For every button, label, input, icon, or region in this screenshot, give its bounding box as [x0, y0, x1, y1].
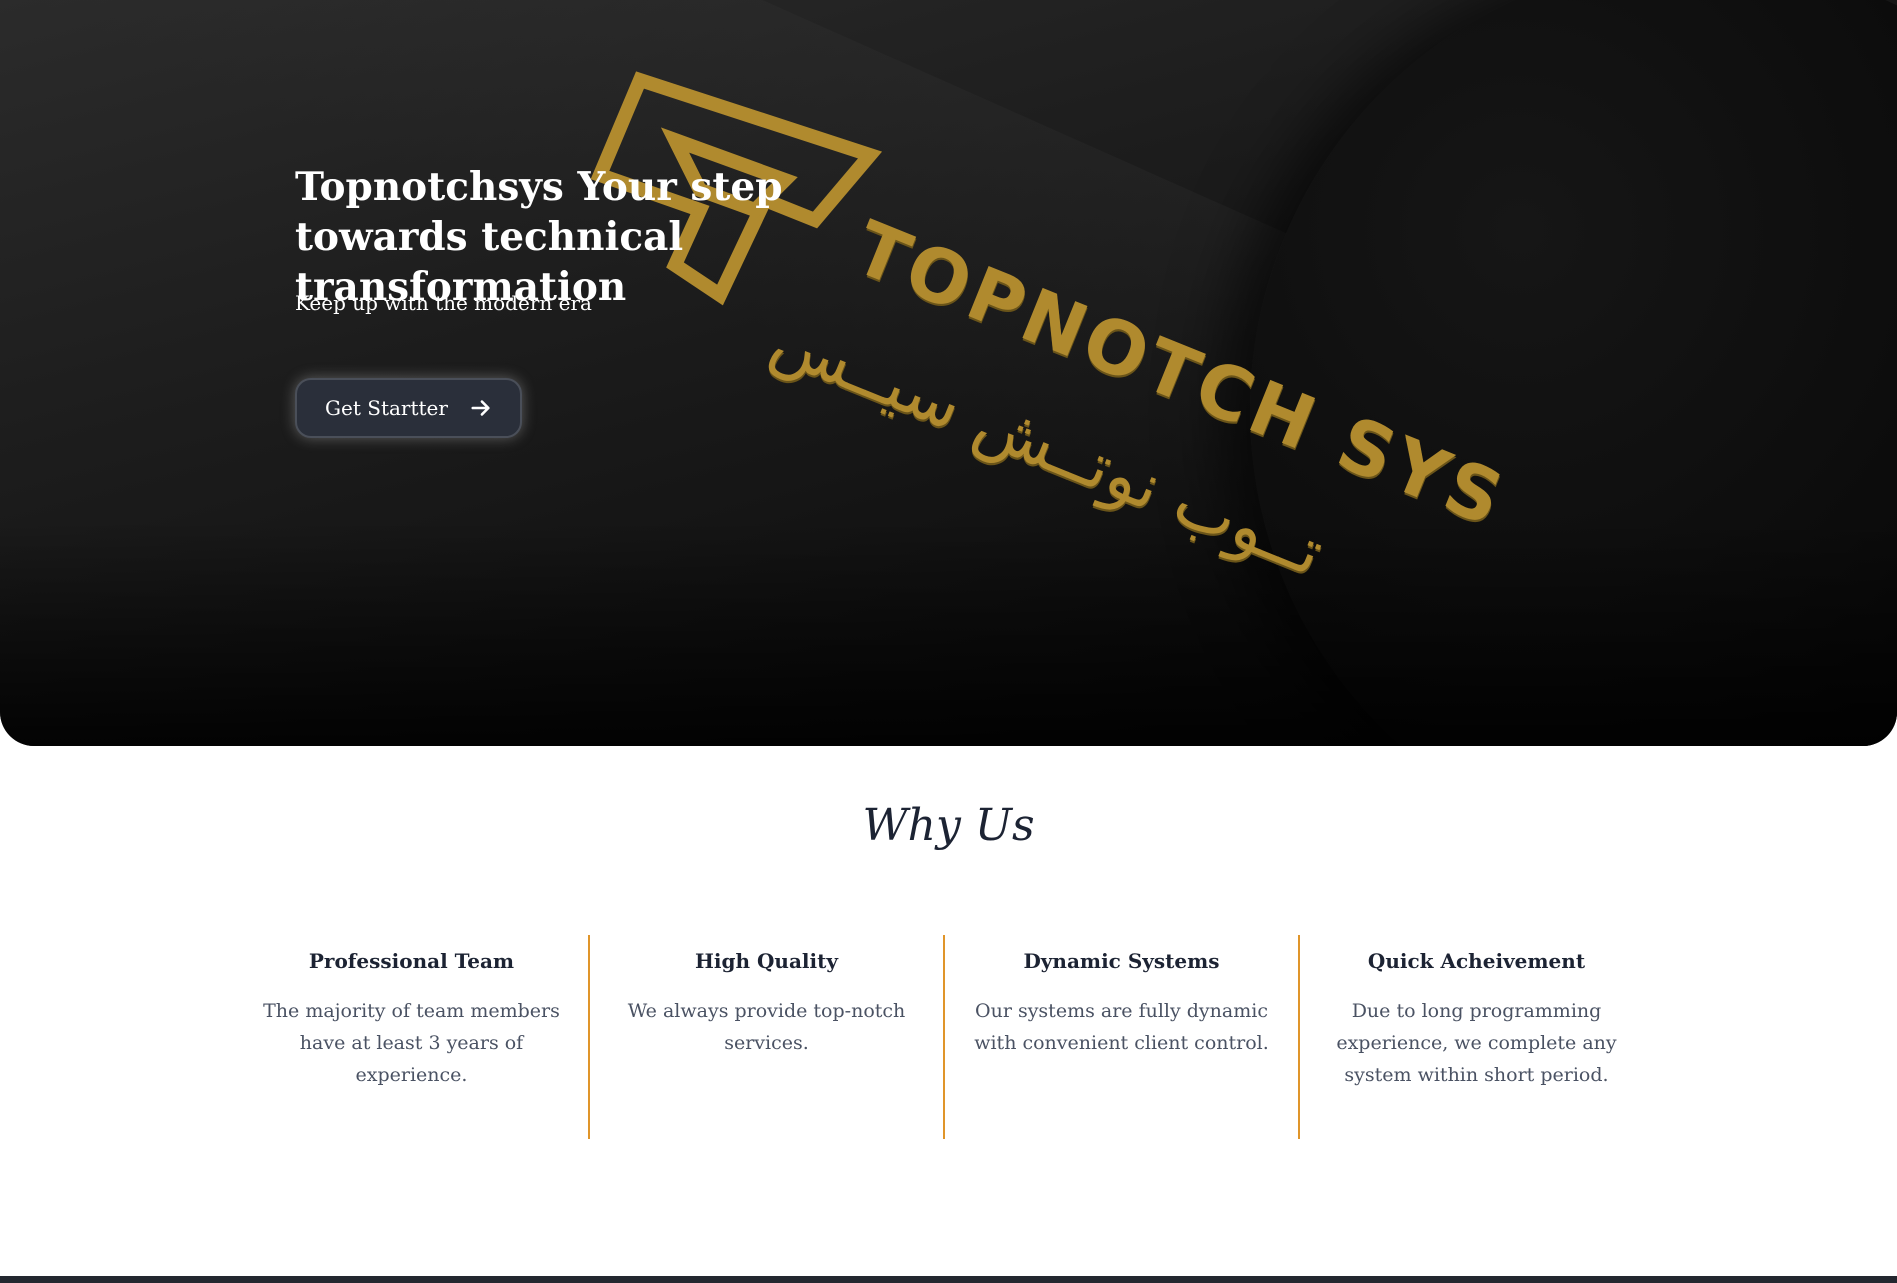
feature-high-quality: High Quality We always provide top-notch… — [590, 935, 945, 1139]
feature-text: The majority of team members have at lea… — [263, 1000, 560, 1086]
feature-professional-team: Professional Team The majority of team m… — [235, 935, 590, 1139]
feature-quick-achievement: Quick Acheivement Due to long programmin… — [1300, 935, 1653, 1139]
feature-title: Professional Team — [308, 949, 515, 973]
feature-text: We always provide top-notch services. — [627, 1000, 906, 1054]
feature-title: High Quality — [695, 949, 838, 973]
hero-bottom-shade — [0, 520, 1897, 746]
get-started-label: Get Startter — [325, 396, 448, 420]
get-started-button[interactable]: Get Startter — [295, 378, 522, 438]
why-us-heading: Why Us — [862, 800, 1035, 851]
feature-title: Quick Acheivement — [1367, 949, 1586, 973]
feature-dynamic-systems: Dynamic Systems Our systems are fully dy… — [945, 935, 1300, 1139]
hero-subtitle: Keep up with the modern era — [295, 291, 592, 315]
feature-text: Our systems are fully dynamic with conve… — [974, 1000, 1269, 1054]
footer-top-edge — [0, 1276, 1897, 1283]
feature-title: Dynamic Systems — [1023, 949, 1220, 973]
arrow-right-icon — [471, 400, 490, 416]
hero-banner: TOPNOTCH SYS تــوب نوتــش سيــس Topnotch… — [0, 0, 1897, 746]
feature-text: Due to long programming experience, we c… — [1336, 1000, 1617, 1086]
hero-title: Topnotchsys Your step towards technical … — [295, 164, 783, 310]
features-row: Professional Team The majority of team m… — [235, 935, 1653, 1139]
